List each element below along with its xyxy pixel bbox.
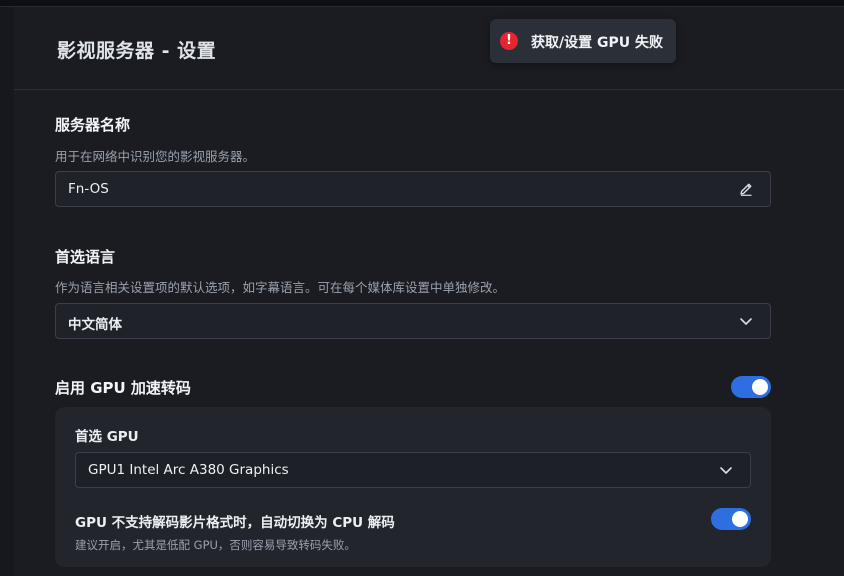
preferred-gpu-value: GPU1 Intel Arc A380 Graphics [88, 462, 289, 478]
cpu-fallback-toggle[interactable] [711, 508, 751, 530]
cpu-fallback-hint: 建议开启，尤其是低配 GPU，否则容易导致转码失败。 [75, 538, 356, 552]
error-icon: ! [500, 32, 518, 50]
language-description: 作为语言相关设置项的默认选项，如字幕语言。可在每个媒体库设置中单独修改。 [55, 280, 506, 295]
panel-header: 影视服务器 - 设置 [14, 7, 844, 90]
chevron-down-icon [720, 467, 732, 474]
gpu-settings-card: 首选 GPU GPU1 Intel Arc A380 Graphics GPU … [55, 407, 771, 567]
cpu-fallback-label: GPU 不支持解码影片格式时，自动切换为 CPU 解码 [75, 515, 395, 531]
gpu-accel-toggle[interactable] [731, 376, 771, 398]
server-name-value: Fn-OS [68, 181, 109, 197]
server-name-title: 服务器名称 [55, 116, 131, 134]
error-toast: ! 获取/设置 GPU 失败 [490, 19, 676, 63]
language-title: 首选语言 [55, 248, 116, 266]
language-select[interactable]: 中文简体 [55, 303, 771, 339]
chevron-down-icon [740, 318, 752, 325]
server-name-description: 用于在网络中识别您的影视服务器。 [55, 149, 256, 164]
language-selected-value: 中文简体 [68, 317, 122, 333]
toggle-knob [752, 379, 768, 395]
preferred-gpu-label: 首选 GPU [75, 429, 139, 445]
toggle-knob [732, 511, 748, 527]
server-name-field[interactable]: Fn-OS [55, 171, 771, 207]
window-top-bar [0, 0, 844, 7]
edit-pencil-icon[interactable] [738, 181, 754, 197]
toast-message: 获取/设置 GPU 失败 [531, 35, 663, 51]
gpu-accel-title: 启用 GPU 加速转码 [55, 379, 191, 397]
preferred-gpu-select[interactable]: GPU1 Intel Arc A380 Graphics [75, 452, 751, 488]
page-title: 影视服务器 - 设置 [57, 40, 217, 62]
